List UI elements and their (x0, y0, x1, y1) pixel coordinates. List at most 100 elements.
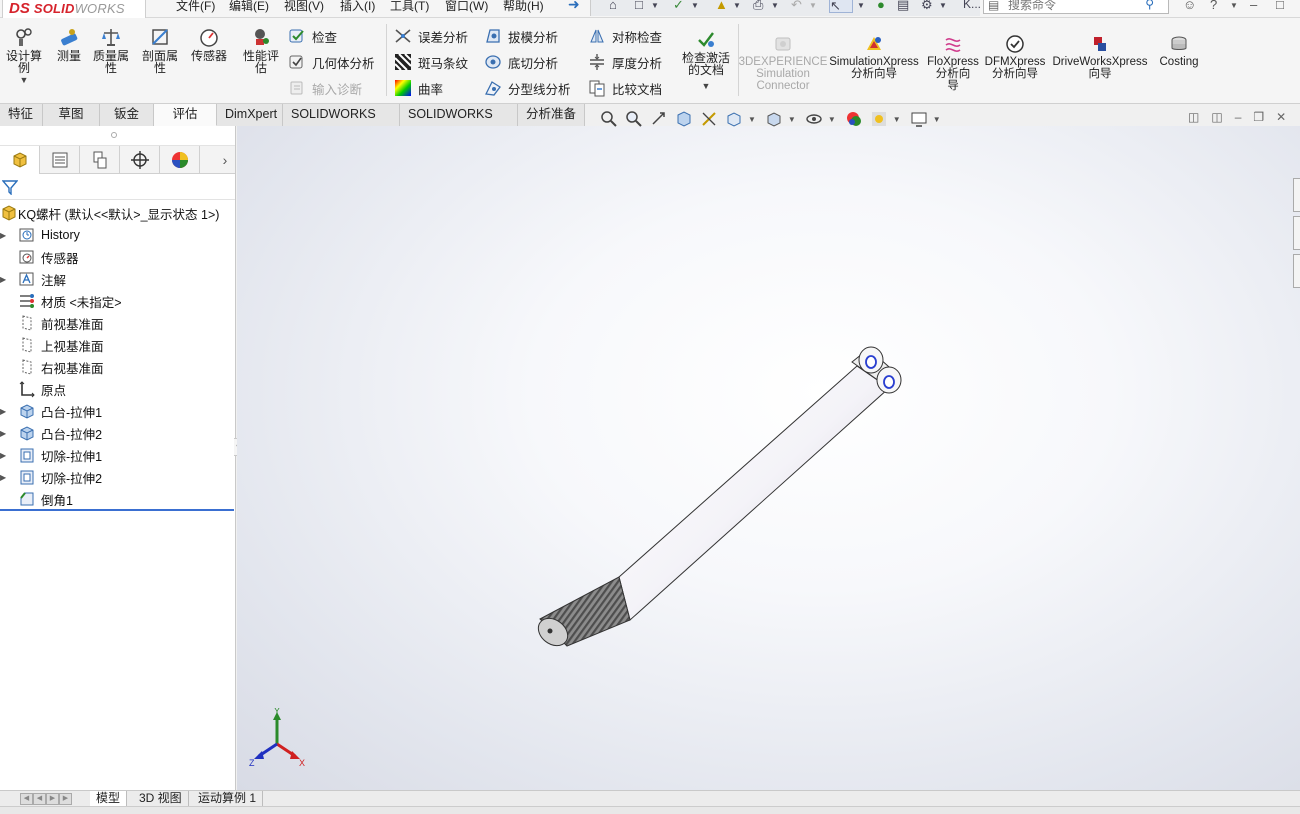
hide-show-dropdown-icon[interactable]: ▼ (828, 115, 836, 124)
tab-features[interactable]: 特征 (0, 104, 43, 126)
file-properties-icon[interactable]: ▤ (897, 0, 909, 13)
task-pane-tab[interactable] (1293, 216, 1300, 250)
help-icon[interactable]: ? (1210, 0, 1217, 12)
doc-minimize-icon[interactable]: – (1235, 110, 1242, 124)
first-tab-arrow-icon[interactable]: ◀ (20, 793, 33, 805)
tab-model[interactable]: 模型 (90, 791, 128, 807)
menu-insert[interactable]: 插入(I) (340, 0, 375, 14)
view-orientation-icon[interactable] (723, 109, 745, 129)
menu-window[interactable]: 窗口(W) (445, 0, 488, 14)
tab-evaluate[interactable]: 评估 (154, 104, 217, 126)
zoom-to-fit-icon[interactable] (598, 109, 620, 129)
tree-item-right-plane[interactable]: 右视基准面 (0, 356, 235, 378)
graphics-area[interactable]: Y X Z (237, 126, 1300, 790)
select-dropdown-icon[interactable]: ▼ (857, 1, 865, 17)
user-initial[interactable]: K... (963, 0, 981, 13)
part-model-render[interactable] (237, 126, 1300, 790)
thickness-analysis-button[interactable]: 厚度分析 (588, 52, 662, 72)
search-commands-input[interactable]: ▤ 搜索命令 ⚲ (983, 0, 1169, 14)
zoom-to-area-icon[interactable] (623, 109, 645, 129)
tree-item-cut-extrude-1[interactable]: ▶ 切除-拉伸1 (0, 444, 235, 466)
menu-view[interactable]: 视图(V) (284, 0, 324, 14)
search-icon[interactable]: ⚲ (1145, 0, 1154, 12)
tree-item-annotations[interactable]: ▶ 注解 (0, 268, 235, 290)
traffic-light-icon[interactable]: ● (877, 0, 885, 13)
tab-sheet-metal[interactable]: 钣金 (100, 104, 154, 126)
display-style-icon[interactable] (763, 109, 785, 129)
panel-tabs-chevron-right-icon[interactable]: › (215, 146, 235, 173)
panel-grip[interactable] (0, 126, 235, 146)
check-active-document-button[interactable]: 检查激活的文档 ▼ (678, 28, 734, 92)
user-account-icon[interactable]: ☺ (1183, 0, 1196, 12)
section-properties-button[interactable]: 剖面属性 (138, 26, 182, 74)
restore-left-icon[interactable]: ◫ (1188, 110, 1199, 124)
draft-analysis-button[interactable]: 拔模分析 (484, 26, 558, 46)
property-manager-tab[interactable] (40, 146, 80, 174)
design-study-dropdown-icon[interactable]: ▼ (20, 74, 29, 86)
tab-dimxpert[interactable]: DimXpert (217, 104, 283, 126)
edit-appearance-icon[interactable] (843, 109, 865, 129)
menu-file[interactable]: 文件(F) (176, 0, 215, 14)
parting-line-analysis-button[interactable]: 分型线分析 (484, 78, 571, 98)
rollback-bar[interactable] (0, 509, 234, 511)
costing-button[interactable]: Costing (1154, 34, 1204, 68)
dynamic-annotation-view-icon[interactable] (698, 109, 720, 129)
minimize-window-icon[interactable]: – (1250, 0, 1257, 12)
tree-item-history[interactable]: ▶ History (0, 224, 235, 246)
tab-sketch[interactable]: 草图 (43, 104, 100, 126)
compare-documents-button[interactable]: 比较文档 (588, 78, 662, 98)
apply-scene-icon[interactable] (868, 109, 890, 129)
expand-arrow-icon[interactable]: ▶ (0, 275, 10, 284)
select-icon[interactable]: ↖ (829, 0, 853, 13)
home-icon[interactable]: ⌂ (609, 0, 617, 13)
expand-arrow-icon[interactable]: ▶ (0, 429, 10, 438)
measure-button[interactable]: 测量 (54, 26, 84, 62)
rebuild-icon[interactable]: ▲ (715, 0, 728, 13)
performance-evaluation-button[interactable]: 性能评估 (240, 26, 282, 74)
display-manager-tab[interactable] (160, 146, 200, 174)
last-tab-arrow-icon[interactable]: ▶ (59, 793, 72, 805)
tree-item-cut-extrude-2[interactable]: ▶ 切除-拉伸2 (0, 466, 235, 488)
tree-item-boss-extrude-2[interactable]: ▶ 凸台-拉伸2 (0, 422, 235, 444)
tree-item-boss-extrude-1[interactable]: ▶ 凸台-拉伸1 (0, 400, 235, 422)
options-dropdown-icon[interactable]: ▼ (939, 1, 947, 17)
tab-solidworks-mbd[interactable]: SOLIDWORKS MBD (400, 104, 518, 142)
maximize-window-icon[interactable]: □ (1276, 0, 1284, 12)
check-button[interactable]: 检查 (288, 26, 337, 46)
floxpress-button[interactable]: FloXpress 分析向 导 (924, 34, 982, 92)
solidworks-logo[interactable]: DS SOLIDWORKS (2, 0, 146, 20)
tab-3d-views[interactable]: 3D 视图 (133, 791, 189, 807)
simulationxpress-button[interactable]: SimulationXpress 分析向导 (828, 34, 920, 80)
design-study-button[interactable]: 设计算例 ▼ (4, 26, 44, 86)
help-dropdown-icon[interactable]: ▼ (1230, 1, 1238, 10)
prev-tab-arrow-icon[interactable]: ◀ (33, 793, 46, 805)
expand-arrow-icon[interactable]: ▶ (0, 473, 10, 482)
open-icon[interactable]: ✓ (673, 0, 684, 13)
sensor-button[interactable]: 传感器 (188, 26, 230, 62)
undo-icon[interactable]: ↶ (791, 0, 802, 13)
display-style-dropdown-icon[interactable]: ▼ (788, 115, 796, 124)
view-settings-icon[interactable] (908, 109, 930, 129)
expand-arrow-icon[interactable]: ▶ (0, 231, 10, 240)
tree-item-top-plane[interactable]: 上视基准面 (0, 334, 235, 356)
undercut-analysis-button[interactable]: 底切分析 (484, 52, 558, 72)
tab-analysis-preparation[interactable]: 分析准备 (518, 104, 585, 126)
tree-item-sensors[interactable]: 传感器 (0, 246, 235, 268)
restore-right-icon[interactable]: ◫ (1211, 110, 1222, 124)
filter-icon[interactable] (2, 179, 18, 195)
expand-arrow-icon[interactable]: ▶ (0, 407, 10, 416)
menu-edit[interactable]: 编辑(E) (229, 0, 269, 14)
configuration-manager-tab[interactable] (80, 146, 120, 174)
geometry-analysis-button[interactable]: 几何体分析 (288, 52, 375, 72)
task-pane-tab[interactable] (1293, 178, 1300, 212)
tree-item-chamfer-1[interactable]: 倒角1 (0, 488, 235, 510)
section-view-icon[interactable] (673, 109, 695, 129)
hide-show-items-icon[interactable] (803, 109, 825, 129)
pin-icon[interactable]: ➜ (568, 0, 580, 13)
import-diagnostics-button[interactable]: 输入诊断 (288, 78, 362, 98)
tree-item-material[interactable]: 材质 <未指定> (0, 290, 235, 312)
dimxpert-manager-tab[interactable] (120, 146, 160, 174)
undo-dropdown-icon[interactable]: ▼ (809, 1, 817, 17)
menu-tools[interactable]: 工具(T) (390, 0, 429, 14)
view-orientation-dropdown-icon[interactable]: ▼ (748, 115, 756, 124)
